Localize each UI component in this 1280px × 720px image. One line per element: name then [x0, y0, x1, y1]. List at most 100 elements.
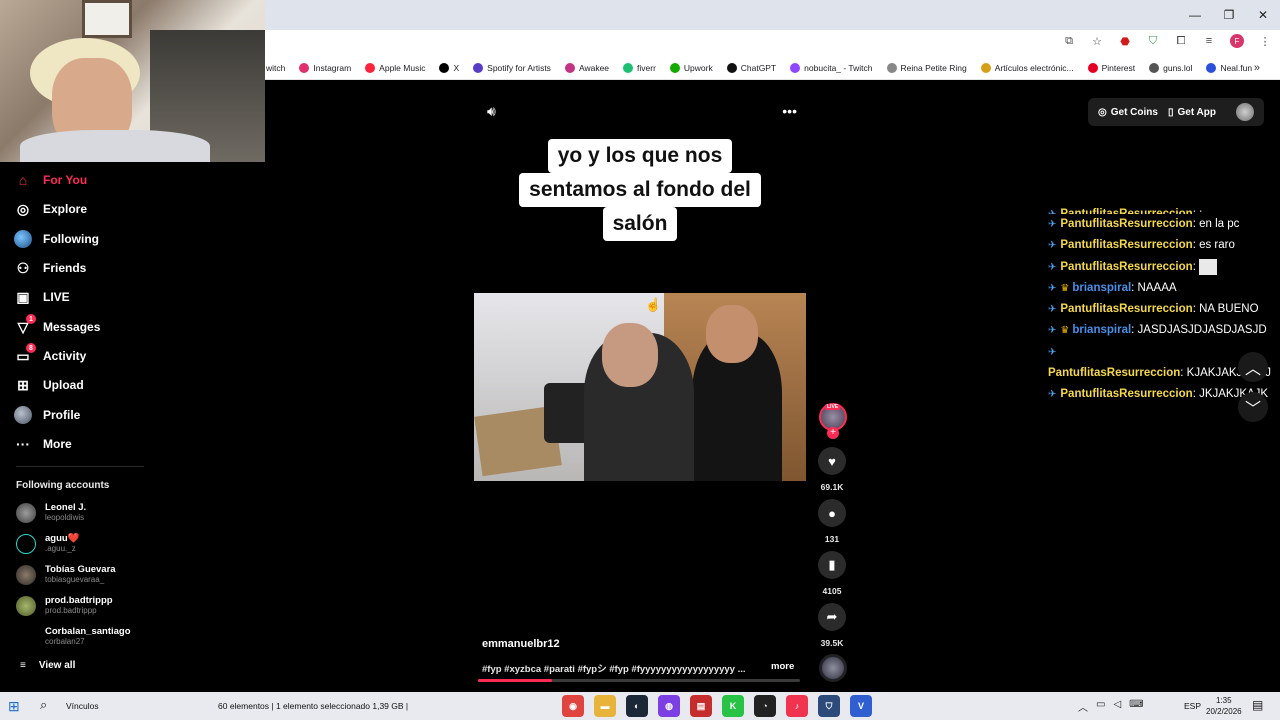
share-button[interactable]: ➦	[818, 603, 846, 631]
chat-username[interactable]: PantuflitasResurreccion	[1048, 367, 1180, 379]
cast-icon[interactable]: ⧉	[1062, 34, 1076, 48]
bookmark-item[interactable]: guns.lol	[1149, 62, 1192, 73]
windows-start-icon[interactable]: ⊞	[8, 698, 20, 715]
video-player[interactable]	[474, 293, 806, 481]
chat-username[interactable]: PantuflitasResurreccion	[1060, 388, 1192, 400]
chevron-down-icon[interactable]: ﹀	[1238, 392, 1268, 422]
following-account-item[interactable]: aguu❤️ .aguu._z	[16, 533, 80, 554]
obs-app-icon[interactable]: ◔	[754, 695, 776, 717]
video-author[interactable]: emmanuelbr12	[482, 638, 560, 650]
sidebar-item-upload[interactable]: ⊞ Upload	[14, 373, 84, 397]
kick-app-icon[interactable]: K	[722, 695, 744, 717]
discord-app-icon[interactable]: ◍	[658, 695, 680, 717]
bookmark-item[interactable]: Apple Music	[365, 62, 426, 73]
bookmark-item[interactable]: Neal.fun	[1206, 62, 1252, 73]
shield-extension-icon[interactable]: ⛉	[1146, 34, 1160, 48]
network-icon[interactable]: ▭	[1096, 699, 1105, 714]
file-explorer-app-icon[interactable]: ▬	[594, 695, 616, 717]
chat-username[interactable]: PantuflitasResurreccion	[1060, 218, 1192, 230]
keyboard-icon[interactable]: ⌨	[1129, 699, 1143, 714]
following-account-item[interactable]: Leonel J. leopoldiwis	[16, 502, 86, 523]
sidebar-item-following[interactable]: Following	[14, 227, 99, 251]
chat-message: ✈PantuflitasResurreccion: :	[1048, 204, 1280, 214]
sidebar-item-messages[interactable]: ▽ 1 Messages	[14, 314, 100, 339]
compass-icon-glyph: ◎	[16, 200, 30, 217]
view-all-button[interactable]: ≡ View all	[20, 660, 75, 671]
chat-username[interactable]: PantuflitasResurreccion	[1060, 239, 1192, 251]
taskbar-vinculos[interactable]: Vínculos	[66, 701, 99, 711]
chat-username[interactable]: brianspiral	[1072, 282, 1131, 294]
video-more-icon[interactable]: •••	[782, 103, 797, 120]
menu-kebab-icon[interactable]: ⋮	[1258, 34, 1272, 48]
activity-icon: ▭ 8	[14, 343, 36, 365]
bookmark-item[interactable]: Reina Petite Ring	[886, 62, 967, 73]
bookmarks-overflow-icon[interactable]: »	[1254, 62, 1260, 74]
following-account-item[interactable]: Tobías Guevara tobiasguevaraa_	[16, 564, 116, 585]
volume-tray-icon[interactable]: ◁	[1113, 699, 1121, 714]
clock[interactable]: 1:35 20/2/2026	[1206, 695, 1242, 717]
bookmark-item[interactable]: Spotify for Artists	[473, 62, 551, 73]
get-app-button[interactable]: ▯ Get App	[1168, 107, 1216, 118]
account-name: aguu❤️	[45, 533, 80, 544]
notifications-icon[interactable]: ▤	[1252, 698, 1263, 712]
list-icon: ≡	[20, 660, 26, 671]
search-icon[interactable]: ⌕	[40, 697, 47, 713]
like-button[interactable]: ♥	[818, 447, 846, 475]
bookmark-item[interactable]: Instagram	[299, 62, 351, 73]
bookmark-item[interactable]: Upwork	[669, 62, 713, 73]
bookmark-item[interactable]: ChatGPT	[726, 62, 776, 73]
sidebar-item-activity[interactable]: ▭ 8 Activity	[14, 343, 86, 368]
minimize-icon[interactable]: —	[1178, 0, 1212, 30]
save-button[interactable]: ▮	[818, 551, 846, 579]
user-avatar[interactable]	[1236, 103, 1254, 121]
music-disc-icon[interactable]	[819, 654, 847, 682]
security-app-icon[interactable]: ⛉	[818, 695, 840, 717]
restore-icon[interactable]: ❐	[1212, 0, 1246, 30]
tiktok-sidebar: Following accounts ≡ View all ⌂ For You ◎ E…	[0, 162, 160, 692]
comment-button[interactable]: ●	[818, 499, 846, 527]
description-more-button[interactable]: more	[771, 661, 794, 672]
sidebar-item-more[interactable]: ··· More	[14, 432, 72, 456]
steam-app-icon[interactable]: ◐	[626, 695, 648, 717]
bookmark-item[interactable]: Pinterest	[1087, 62, 1135, 73]
chat-badge-icon: ✈	[1048, 240, 1057, 252]
bookmark-label: Spotify for Artists	[487, 62, 551, 73]
bookmark-item[interactable]: witch	[266, 63, 285, 73]
close-icon[interactable]: ✕	[1246, 0, 1280, 30]
sidebar-item-for-you[interactable]: ⌂ For You	[14, 168, 87, 192]
following-account-item[interactable]: Corbalan_santiago corbalan27	[16, 626, 131, 647]
bookmark-item[interactable]: X	[439, 62, 459, 73]
chrome-app-icon[interactable]: ◉	[562, 695, 584, 717]
music-app-icon[interactable]: ♪	[786, 695, 808, 717]
sidebar-item-friends[interactable]: ⚇ Friends	[14, 256, 87, 280]
chevron-up-icon[interactable]: ︿	[1238, 352, 1268, 382]
follow-plus-icon[interactable]: +	[827, 427, 839, 439]
following-account-item[interactable]: prod.badtrippp prod.badtrippp	[16, 595, 113, 616]
account-handle: .aguu._z	[45, 544, 76, 553]
get-coins-button[interactable]: ◎ Get Coins	[1098, 107, 1158, 118]
volume-icon[interactable]: 🔊︎	[487, 103, 496, 120]
video-progress-bar[interactable]	[478, 679, 800, 682]
adblock-icon[interactable]: ⬣	[1118, 34, 1132, 48]
voicemeeter-app-icon[interactable]: ▤	[690, 695, 712, 717]
comment-count: 131	[824, 534, 840, 544]
tray-overflow-icon[interactable]: ︿	[1078, 699, 1088, 714]
chat-username[interactable]: PantuflitasResurreccion	[1060, 261, 1192, 273]
bookmark-item[interactable]: Artículos electrónic...	[980, 62, 1074, 73]
clock-time: 1:35	[1216, 696, 1232, 705]
profile-avatar[interactable]: F	[1230, 34, 1244, 48]
bookmark-item[interactable]: nobucita_ - Twitch	[790, 62, 873, 73]
language-indicator[interactable]: ESP	[1184, 701, 1201, 711]
bookmark-item[interactable]: Awakee	[564, 62, 609, 73]
bookmark-star-icon[interactable]: ☆	[1090, 34, 1104, 48]
chat-username[interactable]: brianspiral	[1072, 324, 1131, 336]
extensions-icon[interactable]: ⧠	[1174, 34, 1188, 48]
bookmark-label: Apple Music	[379, 62, 426, 73]
media-controls-icon[interactable]: ≡	[1202, 34, 1216, 48]
sidebar-item-live[interactable]: ▣ LIVE	[14, 285, 69, 309]
chat-username[interactable]: PantuflitasResurreccion	[1060, 303, 1192, 315]
sidebar-item-explore[interactable]: ◎ Explore	[14, 197, 87, 221]
sidebar-item-profile[interactable]: Profile	[14, 403, 80, 427]
bookmark-item[interactable]: fiverr	[623, 62, 656, 73]
vegas-app-icon[interactable]: V	[850, 695, 872, 717]
